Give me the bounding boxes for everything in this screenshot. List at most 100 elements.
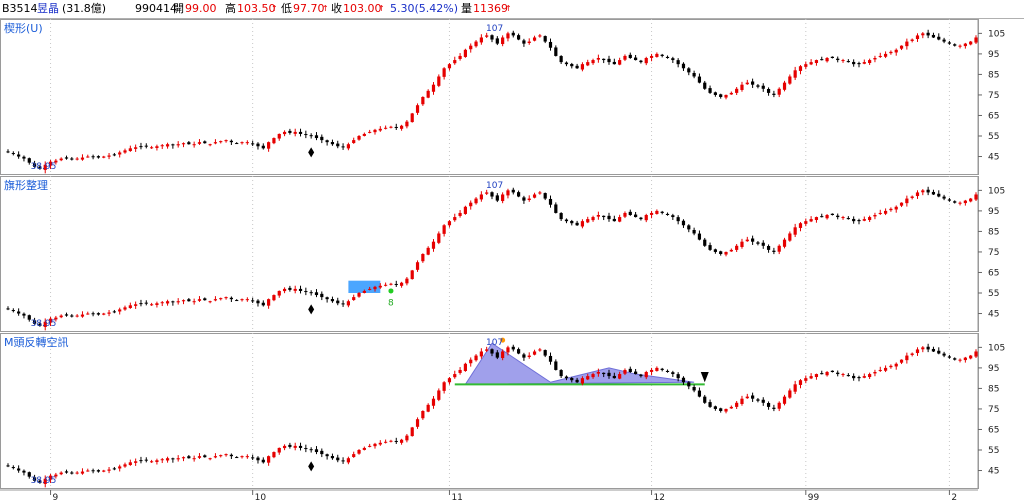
candle-body	[368, 445, 372, 447]
candle-body	[554, 47, 558, 56]
candle-body	[415, 419, 420, 427]
candle-body	[272, 138, 276, 144]
candle-body	[830, 56, 834, 58]
candle-body	[559, 213, 563, 220]
y-tick-label: 105	[988, 29, 1005, 39]
candle-body	[431, 84, 436, 92]
candle-body	[628, 211, 632, 215]
candle-body	[277, 133, 281, 139]
candle-body	[394, 440, 398, 442]
candle-body	[213, 142, 218, 144]
candle-body	[155, 303, 159, 305]
y-tick-label: 95	[988, 207, 999, 217]
candle-body	[240, 142, 244, 144]
candle-body	[974, 37, 978, 43]
m-top-pattern	[464, 342, 695, 385]
candle-body	[118, 152, 122, 155]
candle-body	[171, 301, 175, 303]
candle-body	[947, 199, 952, 201]
candle-body	[729, 249, 733, 252]
y-tick-label: 75	[988, 405, 999, 415]
candle-body	[346, 144, 350, 149]
candle-body	[873, 372, 877, 374]
candle-body	[469, 359, 473, 364]
y-tick-label: 65	[988, 425, 999, 435]
candle-body	[793, 70, 797, 78]
candle-body	[506, 190, 510, 196]
candle-body	[362, 290, 366, 293]
candle-body	[139, 460, 143, 462]
candle-body	[963, 200, 967, 204]
candle-body	[862, 219, 866, 221]
candle-body	[644, 372, 648, 378]
candle-body	[745, 239, 749, 242]
panel-title: 旗形整理	[4, 178, 48, 192]
candle-body	[623, 369, 627, 374]
candle-body	[384, 127, 388, 129]
candle-body	[346, 301, 350, 306]
candle-body	[676, 217, 680, 222]
candle-body	[144, 302, 148, 304]
candle-body	[187, 456, 191, 459]
candle-body	[399, 282, 404, 286]
candle-body	[596, 58, 600, 60]
candle-body	[219, 455, 223, 457]
candle-body	[878, 369, 882, 371]
candle-body	[756, 85, 760, 87]
candle-body	[240, 456, 244, 458]
candle-body	[293, 445, 297, 448]
candle-body	[665, 370, 670, 372]
candle-body	[229, 454, 233, 457]
candle-body	[453, 374, 457, 378]
candle-body	[830, 213, 834, 215]
candle-body	[181, 457, 186, 459]
candle-body	[761, 399, 765, 403]
y-tick-label: 55	[988, 132, 999, 142]
candle-body	[256, 143, 260, 147]
candle-body	[309, 135, 313, 137]
candle-body	[868, 60, 872, 64]
candle-body	[325, 140, 329, 143]
candle-body	[447, 221, 452, 226]
candle-body	[282, 445, 287, 449]
candle-body	[516, 192, 521, 197]
candle-body	[474, 198, 478, 204]
candle-body	[554, 361, 558, 370]
candle-body	[59, 158, 63, 161]
candle-body	[602, 372, 606, 375]
candle-body	[362, 447, 366, 450]
candle-body	[187, 142, 191, 145]
candle-body	[197, 456, 202, 458]
y-tick-label: 65	[988, 111, 999, 121]
candle-body	[687, 225, 691, 230]
candle-body	[687, 68, 691, 73]
candle-body	[798, 223, 803, 228]
candle-body	[70, 315, 74, 317]
candle-body	[942, 353, 946, 356]
candle-body	[298, 131, 303, 134]
candle-body	[155, 146, 159, 148]
candle-body	[905, 355, 909, 361]
candle-body	[6, 465, 10, 467]
candle-body	[820, 216, 824, 218]
candle-body	[660, 368, 664, 370]
candle-body	[602, 215, 606, 218]
chart-window: B3514 昱晶 (31.8億) 990414 開 99.00 高 103.50…	[0, 0, 1024, 503]
candle-body	[336, 300, 340, 304]
low-label: 38.95	[31, 476, 57, 486]
candle-body	[490, 35, 494, 40]
candle-body	[314, 135, 319, 139]
candle-body	[261, 145, 265, 149]
candle-body	[495, 38, 499, 44]
panel-3: 45 55 65 75 85 95 105 M頭反轉空訊 107 38.95	[0, 333, 1005, 489]
candle-body	[463, 206, 468, 214]
candle-body	[607, 215, 611, 220]
candle-body	[410, 427, 414, 437]
candle-body	[22, 470, 26, 473]
candle-body	[357, 450, 361, 454]
candle-body	[261, 459, 265, 463]
candle-body	[905, 41, 909, 47]
candle-body	[740, 398, 744, 404]
candle-body	[176, 144, 180, 146]
candle-body	[64, 471, 69, 473]
